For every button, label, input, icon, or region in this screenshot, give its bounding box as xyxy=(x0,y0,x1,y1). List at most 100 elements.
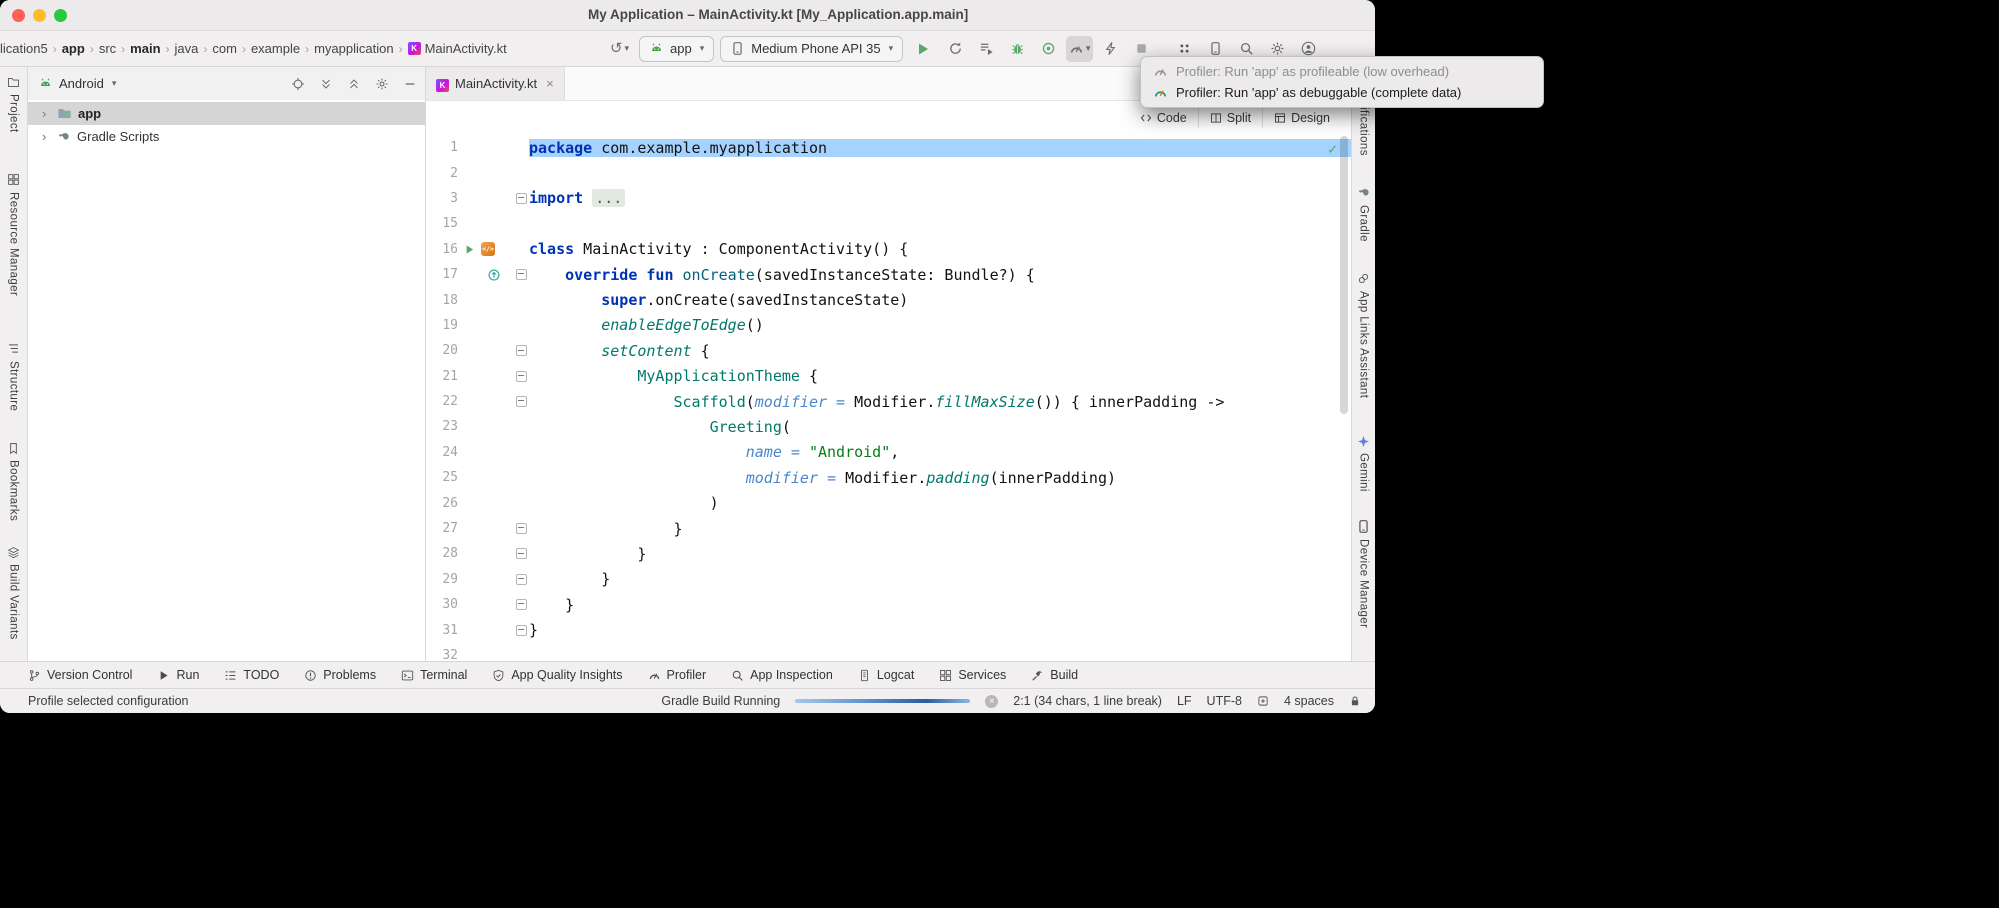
cancel-build-button[interactable]: × xyxy=(985,695,998,708)
device-selector[interactable]: Medium Phone API 35 ▾ xyxy=(720,36,903,62)
history-icon[interactable]: ↺▾ xyxy=(606,36,633,62)
tool-stripe-gemini[interactable]: Gemini xyxy=(1357,434,1370,492)
fold-marker[interactable] xyxy=(516,599,527,610)
fold-marker[interactable] xyxy=(516,269,527,280)
breadcrumb-item-src[interactable]: src xyxy=(99,41,116,56)
folded-region[interactable]: ... xyxy=(592,189,625,207)
breadcrumb-item-main[interactable]: main xyxy=(130,41,160,56)
code-text: name = "Android", xyxy=(529,443,1351,461)
line-number: 25 xyxy=(432,470,458,485)
tool-window-terminal[interactable]: Terminal xyxy=(401,668,467,682)
profiler-popup-item[interactable]: Profiler: Run 'app' as profileable (low … xyxy=(1141,61,1543,82)
rerun-icon[interactable] xyxy=(942,36,969,62)
tree-item-app[interactable]: ›app xyxy=(28,102,425,125)
debug-icon[interactable] xyxy=(1004,36,1031,62)
tool-stripe-build-variants[interactable]: Build Variants xyxy=(7,545,20,640)
project-view-selector[interactable]: Android xyxy=(59,76,104,91)
tool-window-build[interactable]: Build xyxy=(1031,668,1078,682)
editor-tab-mainactivity[interactable]: K MainActivity.kt × xyxy=(426,67,565,100)
tree-item-gradle-scripts[interactable]: › Gradle Scripts xyxy=(28,125,425,148)
fold-marker[interactable] xyxy=(516,193,527,204)
tool-window-logcat[interactable]: Logcat xyxy=(858,668,915,682)
tool-stripe-gradle[interactable]: Gradle xyxy=(1357,186,1371,242)
editor-scrollbar[interactable] xyxy=(1340,136,1348,414)
inspections-status-icon[interactable]: ✓ xyxy=(1328,140,1337,158)
encoding-indicator[interactable]: UTF-8 xyxy=(1207,694,1242,708)
breadcrumb-item-lication5[interactable]: lication5 xyxy=(0,41,48,56)
chevron-right-icon[interactable]: › xyxy=(42,107,51,120)
tool-window-app-inspection[interactable]: App Inspection xyxy=(731,668,833,682)
tool-window-profiler[interactable]: Profiler xyxy=(648,668,707,682)
breadcrumb-item-app[interactable]: app xyxy=(62,41,85,56)
run-gutter-icon[interactable] xyxy=(463,243,476,256)
tool-stripe-structure[interactable]: Structure xyxy=(7,342,20,411)
breadcrumb-item-com[interactable]: com xyxy=(212,41,237,56)
tree-item-label: Gradle Scripts xyxy=(77,129,159,144)
status-widget-icon[interactable] xyxy=(1257,695,1269,707)
tool-stripe-resource-manager[interactable]: Resource Manager xyxy=(7,173,20,296)
breadcrumb-item-example[interactable]: example xyxy=(251,41,300,56)
hide-panel-button[interactable] xyxy=(403,77,417,91)
fold-marker[interactable] xyxy=(516,371,527,382)
caret-position[interactable]: 2:1 (34 chars, 1 line break) xyxy=(1013,694,1162,708)
code-line: 17 override fun onCreate(savedInstanceSt… xyxy=(432,262,1351,287)
code-line: 1package com.example.myapplication xyxy=(432,135,1351,160)
breadcrumb-item-mainactivity-kt[interactable]: KMainActivity.kt xyxy=(408,41,507,56)
zoom-window-button[interactable] xyxy=(54,9,67,22)
fold-marker[interactable] xyxy=(516,523,527,534)
fold-marker[interactable] xyxy=(516,548,527,559)
stripe-label: Build Variants xyxy=(8,564,20,640)
chevron-right-icon[interactable]: › xyxy=(42,130,51,143)
fold-marker[interactable] xyxy=(516,574,527,585)
minimize-window-button[interactable] xyxy=(33,9,46,22)
tool-window-services[interactable]: Services xyxy=(939,668,1006,682)
tool-stripe-app-links-assistant[interactable]: App Links Assistant xyxy=(1357,272,1370,398)
collapse-all-button[interactable] xyxy=(347,77,361,91)
fold-marker[interactable] xyxy=(516,396,527,407)
profiler-popup-item[interactable]: Profiler: Run 'app' as debuggable (compl… xyxy=(1141,82,1543,103)
compose-gutter-icon[interactable]: </> xyxy=(481,242,495,256)
run-configuration-selector[interactable]: app ▾ xyxy=(639,36,714,62)
mode-code[interactable]: Code xyxy=(1129,108,1198,128)
tool-window-todo[interactable]: TODO xyxy=(224,668,279,682)
tool-window-problems[interactable]: Problems xyxy=(304,668,376,682)
apply-changes-icon[interactable] xyxy=(973,36,1000,62)
breadcrumb-separator: › xyxy=(305,42,309,56)
code-token: MyApplicationTheme xyxy=(637,367,800,385)
tool-stripe-project[interactable]: Project xyxy=(7,75,20,133)
coverage-icon[interactable] xyxy=(1035,36,1062,62)
fold-gutter xyxy=(513,523,529,534)
chevron-down-icon: ▾ xyxy=(889,43,894,54)
tool-window-app-quality-insights[interactable]: App Quality Insights xyxy=(492,668,622,682)
code-token: enableEdgeToEdge xyxy=(601,316,746,334)
indent-indicator[interactable]: 4 spaces xyxy=(1284,694,1334,708)
breadcrumb-item-myapplication[interactable]: myapplication xyxy=(314,41,394,56)
locate-file-button[interactable] xyxy=(291,77,305,91)
fold-marker[interactable] xyxy=(516,625,527,636)
tool-stripe-device-manager[interactable]: Device Manager xyxy=(1356,520,1371,628)
tool-stripe-bookmarks[interactable]: Bookmarks xyxy=(7,441,20,521)
run-button[interactable] xyxy=(909,36,936,62)
profiler-icon[interactable]: ▾ xyxy=(1066,36,1093,62)
tool-window-run[interactable]: Run xyxy=(157,668,199,682)
fold-marker[interactable] xyxy=(516,345,527,356)
code-token: ) xyxy=(529,494,719,512)
tool-window-version-control[interactable]: Version Control xyxy=(28,668,132,682)
mode-design[interactable]: Design xyxy=(1262,108,1341,128)
chevron-down-icon: ▾ xyxy=(700,43,705,54)
apply-code-changes-icon[interactable] xyxy=(1097,36,1124,62)
line-ending-indicator[interactable]: LF xyxy=(1177,694,1192,708)
fold-gutter xyxy=(513,574,529,585)
breadcrumb-item-java[interactable]: java xyxy=(175,41,199,56)
code-mode-icon xyxy=(1140,112,1152,124)
code-line: 15 xyxy=(432,211,1351,236)
expand-all-button[interactable] xyxy=(319,77,333,91)
lock-icon[interactable] xyxy=(1349,695,1361,707)
mode-split[interactable]: Split xyxy=(1198,108,1262,128)
close-window-button[interactable] xyxy=(12,9,25,22)
chevron-down-icon: ▾ xyxy=(112,78,117,89)
override-gutter-icon[interactable] xyxy=(487,268,501,282)
panel-settings-button[interactable] xyxy=(375,77,389,91)
breadcrumb-separator: › xyxy=(203,42,207,56)
close-tab-icon[interactable]: × xyxy=(546,77,554,90)
